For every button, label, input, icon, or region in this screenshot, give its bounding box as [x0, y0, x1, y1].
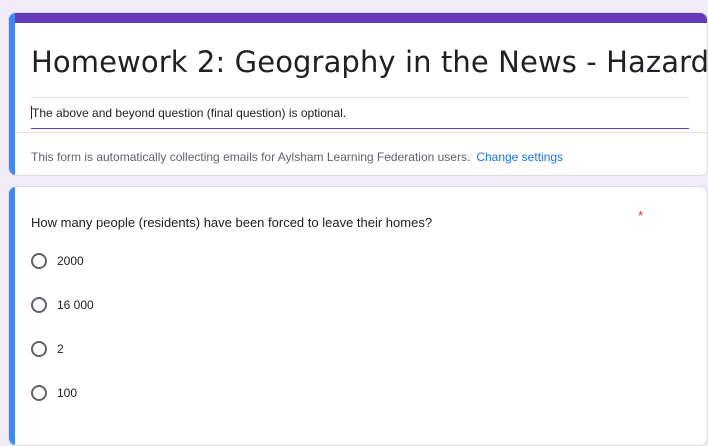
option-2[interactable]: 2	[31, 338, 64, 360]
required-asterisk: *	[638, 208, 644, 223]
question-card[interactable]: How many people (residents) have been fo…	[8, 186, 708, 446]
radio-button[interactable]	[31, 297, 47, 313]
form-description: The above and beyond question (final que…	[32, 106, 347, 120]
email-collection-notice: This form is automatically collecting em…	[31, 150, 563, 164]
header-divider	[15, 132, 707, 133]
radio-button[interactable]	[31, 385, 47, 401]
option-label: 2	[57, 342, 64, 356]
question-text: How many people (residents) have been fo…	[31, 215, 433, 230]
form-title[interactable]: Homework 2: Geography in the News - Haza…	[31, 45, 707, 79]
theme-color-bar	[9, 13, 707, 23]
radio-button[interactable]	[31, 253, 47, 269]
change-settings-link[interactable]: Change settings	[476, 150, 563, 164]
active-card-indicator	[9, 13, 15, 175]
option-label: 100	[57, 386, 78, 400]
title-underline	[31, 97, 689, 98]
email-notice-text: This form is automatically collecting em…	[31, 150, 471, 164]
form-header-card: Homework 2: Geography in the News - Haza…	[8, 12, 708, 176]
option-label: 16 000	[57, 298, 94, 312]
form-description-field[interactable]: The above and beyond question (final que…	[31, 106, 689, 129]
option-16000[interactable]: 16 000	[31, 294, 94, 316]
option-2000[interactable]: 2000	[31, 250, 84, 272]
radio-button[interactable]	[31, 341, 47, 357]
option-label: 2000	[57, 254, 84, 268]
active-card-indicator	[9, 187, 15, 445]
option-100[interactable]: 100	[31, 382, 77, 404]
